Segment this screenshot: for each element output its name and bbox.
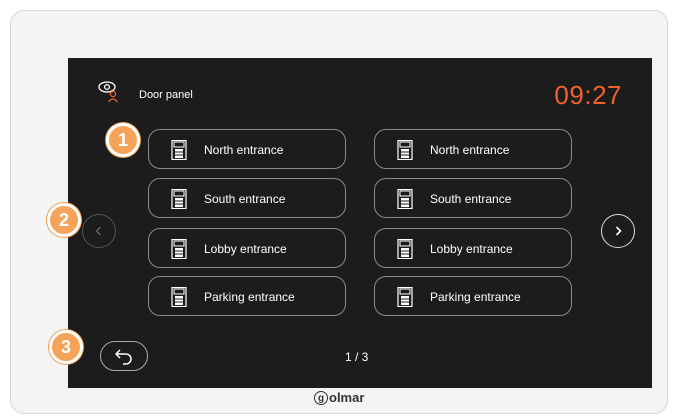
brand-logo-mark: g xyxy=(314,390,328,405)
panel-button-south-2[interactable]: South entrance xyxy=(374,178,572,218)
door-panel-eye-icon xyxy=(98,81,119,103)
door-panel-device-icon xyxy=(171,239,187,259)
page-title: Door panel xyxy=(139,89,193,101)
panel-button-lobby-1[interactable]: Lobby entrance xyxy=(148,228,346,268)
panel-button-north-1[interactable]: North entrance xyxy=(148,129,346,169)
next-page-button[interactable] xyxy=(601,214,635,248)
panel-label: South entrance xyxy=(430,192,512,206)
callout-badge-2: 2 xyxy=(47,203,81,237)
door-panel-device-icon xyxy=(171,140,187,160)
panel-label: South entrance xyxy=(204,192,286,206)
door-panel-device-icon xyxy=(397,239,413,259)
door-panel-device-icon xyxy=(397,189,413,209)
callout-badge-1: 1 xyxy=(106,123,140,157)
page-indicator: 1 / 3 xyxy=(345,350,369,364)
brand-logo-text: olmar xyxy=(329,390,365,405)
panel-button-parking-1[interactable]: Parking entrance xyxy=(148,276,346,316)
panel-label: North entrance xyxy=(204,143,284,157)
back-button[interactable] xyxy=(100,341,148,371)
back-arrow-icon xyxy=(115,349,132,365)
previous-page-button[interactable] xyxy=(82,214,116,248)
panel-label: Lobby entrance xyxy=(430,242,513,256)
panel-label: Parking entrance xyxy=(204,290,295,304)
panel-button-lobby-2[interactable]: Lobby entrance xyxy=(374,228,572,268)
device-frame: Door panel 09:27 North entrance North en… xyxy=(10,10,668,414)
chevron-left-icon xyxy=(95,226,101,236)
door-panel-device-icon xyxy=(397,140,413,160)
monitor-screen: Door panel 09:27 North entrance North en… xyxy=(68,58,652,388)
door-panel-device-icon xyxy=(171,189,187,209)
panel-button-parking-2[interactable]: Parking entrance xyxy=(374,276,572,316)
door-panel-device-icon xyxy=(171,287,187,307)
panel-label: Parking entrance xyxy=(430,290,521,304)
clock: 09:27 xyxy=(554,80,622,110)
brand-logo: g olmar xyxy=(314,390,364,405)
chevron-right-icon xyxy=(615,226,622,236)
panel-button-south-1[interactable]: South entrance xyxy=(148,178,346,218)
panel-label: North entrance xyxy=(430,143,510,157)
panel-button-north-2[interactable]: North entrance xyxy=(374,129,572,169)
door-panel-device-icon xyxy=(397,287,413,307)
panel-label: Lobby entrance xyxy=(204,242,287,256)
callout-badge-3: 3 xyxy=(49,330,83,364)
